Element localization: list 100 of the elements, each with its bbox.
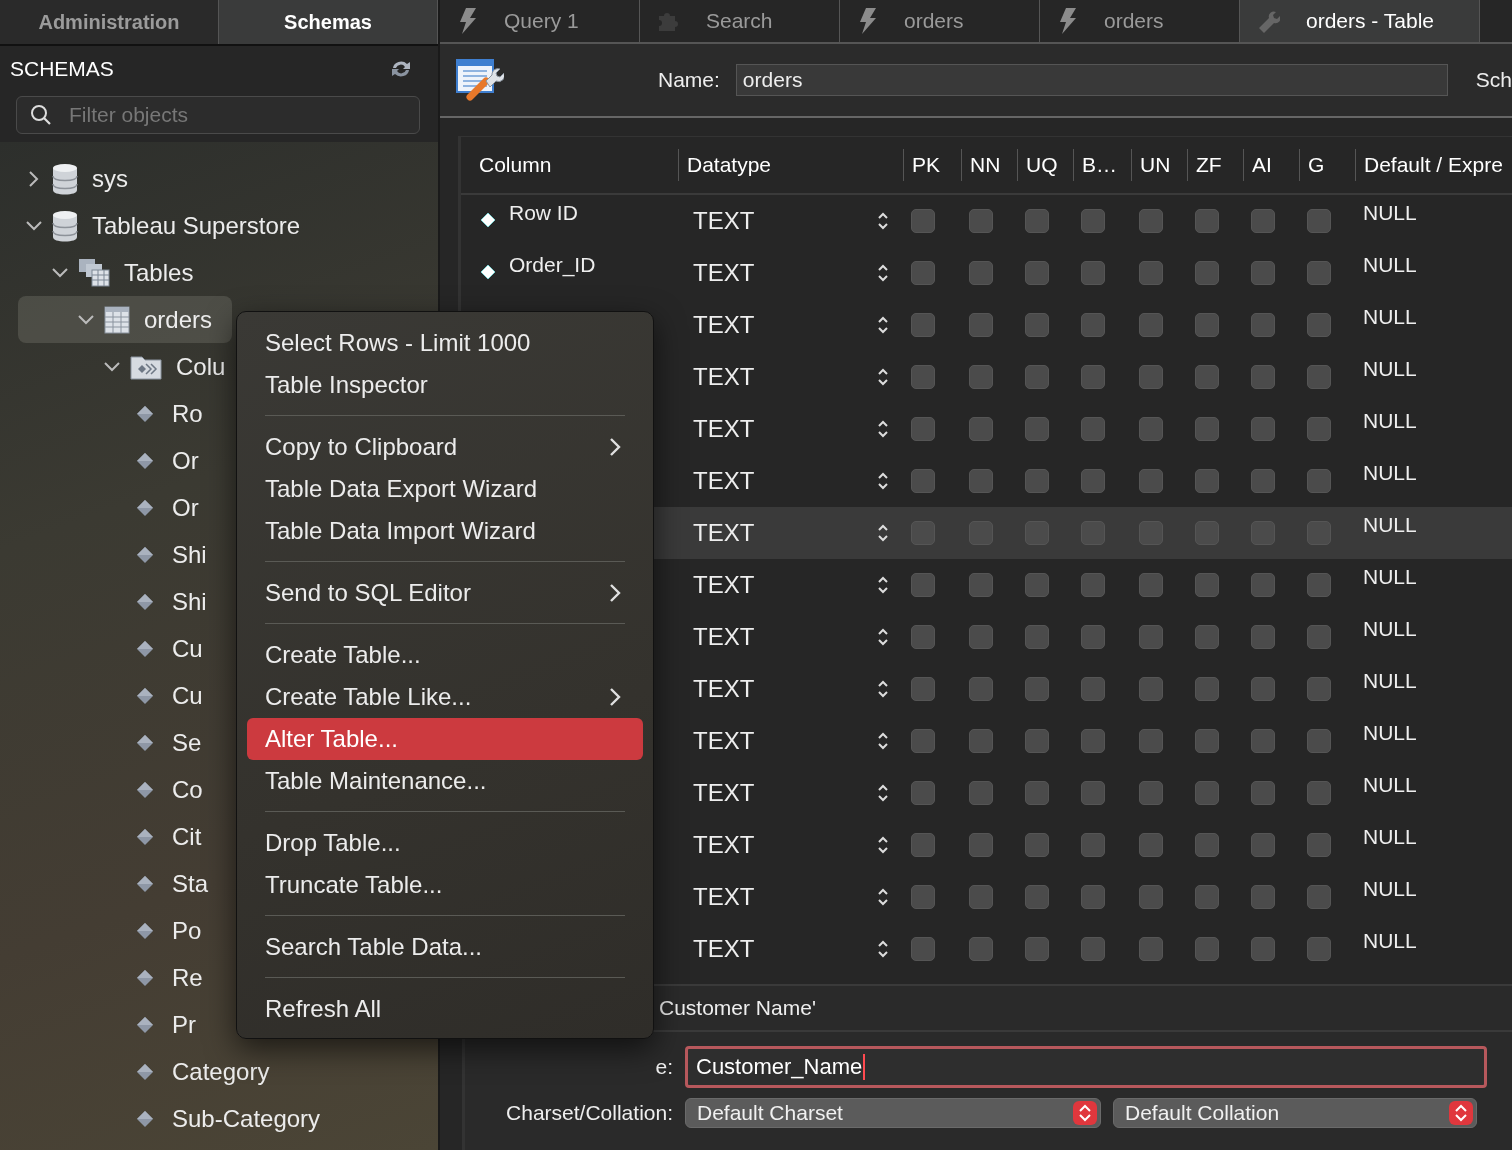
checkbox[interactable] xyxy=(911,625,935,649)
name-field[interactable]: orders xyxy=(735,64,1448,96)
checkbox[interactable] xyxy=(911,573,935,597)
checkbox[interactable] xyxy=(1307,677,1331,701)
checkbox[interactable] xyxy=(1195,209,1219,233)
checkbox[interactable] xyxy=(1251,937,1275,961)
checkbox[interactable] xyxy=(1251,729,1275,753)
checkbox[interactable] xyxy=(911,729,935,753)
stepper-icon[interactable] xyxy=(877,835,889,855)
checkbox[interactable] xyxy=(1081,937,1105,961)
checkbox[interactable] xyxy=(1251,209,1275,233)
checkbox[interactable] xyxy=(1025,677,1049,701)
datatype-cell[interactable]: TEXT xyxy=(693,571,755,599)
column-header[interactable]: Default / Expre xyxy=(1355,149,1512,181)
checkbox[interactable] xyxy=(969,313,993,337)
checkbox[interactable] xyxy=(1025,521,1049,545)
menu-item[interactable]: Drop Table... xyxy=(247,822,643,864)
checkbox[interactable] xyxy=(1251,625,1275,649)
default-cell[interactable]: NULL xyxy=(1363,201,1417,224)
stepper-icon[interactable] xyxy=(877,263,889,283)
checkbox[interactable] xyxy=(969,781,993,805)
checkbox[interactable] xyxy=(1251,261,1275,285)
checkbox[interactable] xyxy=(911,937,935,961)
checkbox[interactable] xyxy=(1307,781,1331,805)
chevron-down-icon[interactable] xyxy=(51,266,69,279)
checkbox[interactable] xyxy=(1307,885,1331,909)
checkbox[interactable] xyxy=(969,469,993,493)
editor-tab[interactable]: orders - Table xyxy=(1240,0,1480,42)
column-header[interactable]: UN xyxy=(1131,149,1187,181)
checkbox[interactable] xyxy=(1081,781,1105,805)
checkbox[interactable] xyxy=(1139,469,1163,493)
checkbox[interactable] xyxy=(1081,313,1105,337)
column-header[interactable]: Datatype xyxy=(678,149,903,181)
checkbox[interactable] xyxy=(1307,313,1331,337)
checkbox[interactable] xyxy=(1139,365,1163,389)
checkbox[interactable] xyxy=(1025,625,1049,649)
checkbox[interactable] xyxy=(911,781,935,805)
checkbox[interactable] xyxy=(1025,729,1049,753)
datatype-cell[interactable]: TEXT xyxy=(693,883,755,911)
checkbox[interactable] xyxy=(1025,209,1049,233)
checkbox[interactable] xyxy=(1025,781,1049,805)
datatype-cell[interactable]: TEXT xyxy=(693,519,755,547)
checkbox[interactable] xyxy=(1081,625,1105,649)
checkbox[interactable] xyxy=(1307,573,1331,597)
default-cell[interactable]: NULL xyxy=(1363,669,1417,692)
chevron-down-icon[interactable] xyxy=(25,219,43,232)
column-header[interactable]: ZF xyxy=(1187,149,1243,181)
checkbox[interactable] xyxy=(1025,833,1049,857)
checkbox[interactable] xyxy=(911,261,935,285)
datatype-cell[interactable]: TEXT xyxy=(693,623,755,651)
stepper-icon[interactable] xyxy=(877,731,889,751)
checkbox[interactable] xyxy=(1139,781,1163,805)
menu-item[interactable]: Copy to Clipboard xyxy=(247,426,643,468)
checkbox[interactable] xyxy=(1139,573,1163,597)
default-cell[interactable]: NULL xyxy=(1363,565,1417,588)
default-cell[interactable]: NULL xyxy=(1363,305,1417,328)
panel-tab[interactable]: Administration xyxy=(0,0,219,44)
default-cell[interactable]: NULL xyxy=(1363,461,1417,484)
checkbox[interactable] xyxy=(969,833,993,857)
tree-item[interactable]: Tables xyxy=(18,249,416,296)
checkbox[interactable] xyxy=(969,521,993,545)
checkbox[interactable] xyxy=(1195,313,1219,337)
panel-tab[interactable]: Schemas xyxy=(219,0,438,44)
checkbox[interactable] xyxy=(1307,521,1331,545)
menu-item[interactable]: Send to SQL Editor xyxy=(247,572,643,614)
checkbox[interactable] xyxy=(911,885,935,909)
stepper-icon[interactable] xyxy=(877,315,889,335)
checkbox[interactable] xyxy=(1195,417,1219,441)
datatype-cell[interactable]: TEXT xyxy=(693,727,755,755)
default-cell[interactable]: NULL xyxy=(1363,513,1417,536)
dropdown[interactable]: Default Charset xyxy=(685,1098,1101,1128)
checkbox[interactable] xyxy=(1139,937,1163,961)
datatype-cell[interactable]: TEXT xyxy=(693,207,755,235)
checkbox[interactable] xyxy=(1139,417,1163,441)
checkbox[interactable] xyxy=(1307,209,1331,233)
checkbox[interactable] xyxy=(1139,677,1163,701)
tree-item[interactable]: Category xyxy=(18,1048,416,1095)
stepper-icon[interactable] xyxy=(877,783,889,803)
default-cell[interactable]: NULL xyxy=(1363,773,1417,796)
checkbox[interactable] xyxy=(911,677,935,701)
default-cell[interactable]: NULL xyxy=(1363,253,1417,276)
checkbox[interactable] xyxy=(1081,261,1105,285)
stepper-icon[interactable] xyxy=(877,887,889,907)
default-cell[interactable]: NULL xyxy=(1363,721,1417,744)
stepper-icon[interactable] xyxy=(877,679,889,699)
menu-item[interactable]: Select Rows - Limit 1000 xyxy=(247,322,643,364)
datatype-cell[interactable]: TEXT xyxy=(693,935,755,963)
datatype-cell[interactable]: TEXT xyxy=(693,311,755,339)
datatype-cell[interactable]: TEXT xyxy=(693,831,755,859)
checkbox[interactable] xyxy=(1251,469,1275,493)
checkbox[interactable] xyxy=(911,417,935,441)
tree-item[interactable]: Sub-Category xyxy=(18,1095,416,1142)
checkbox[interactable] xyxy=(1307,625,1331,649)
checkbox[interactable] xyxy=(1307,365,1331,389)
checkbox[interactable] xyxy=(969,885,993,909)
checkbox[interactable] xyxy=(911,469,935,493)
datatype-cell[interactable]: TEXT xyxy=(693,467,755,495)
stepper-icon[interactable] xyxy=(877,471,889,491)
column-name-field[interactable]: Customer_Name xyxy=(685,1046,1487,1088)
dropdown[interactable]: Default Collation xyxy=(1113,1098,1477,1128)
